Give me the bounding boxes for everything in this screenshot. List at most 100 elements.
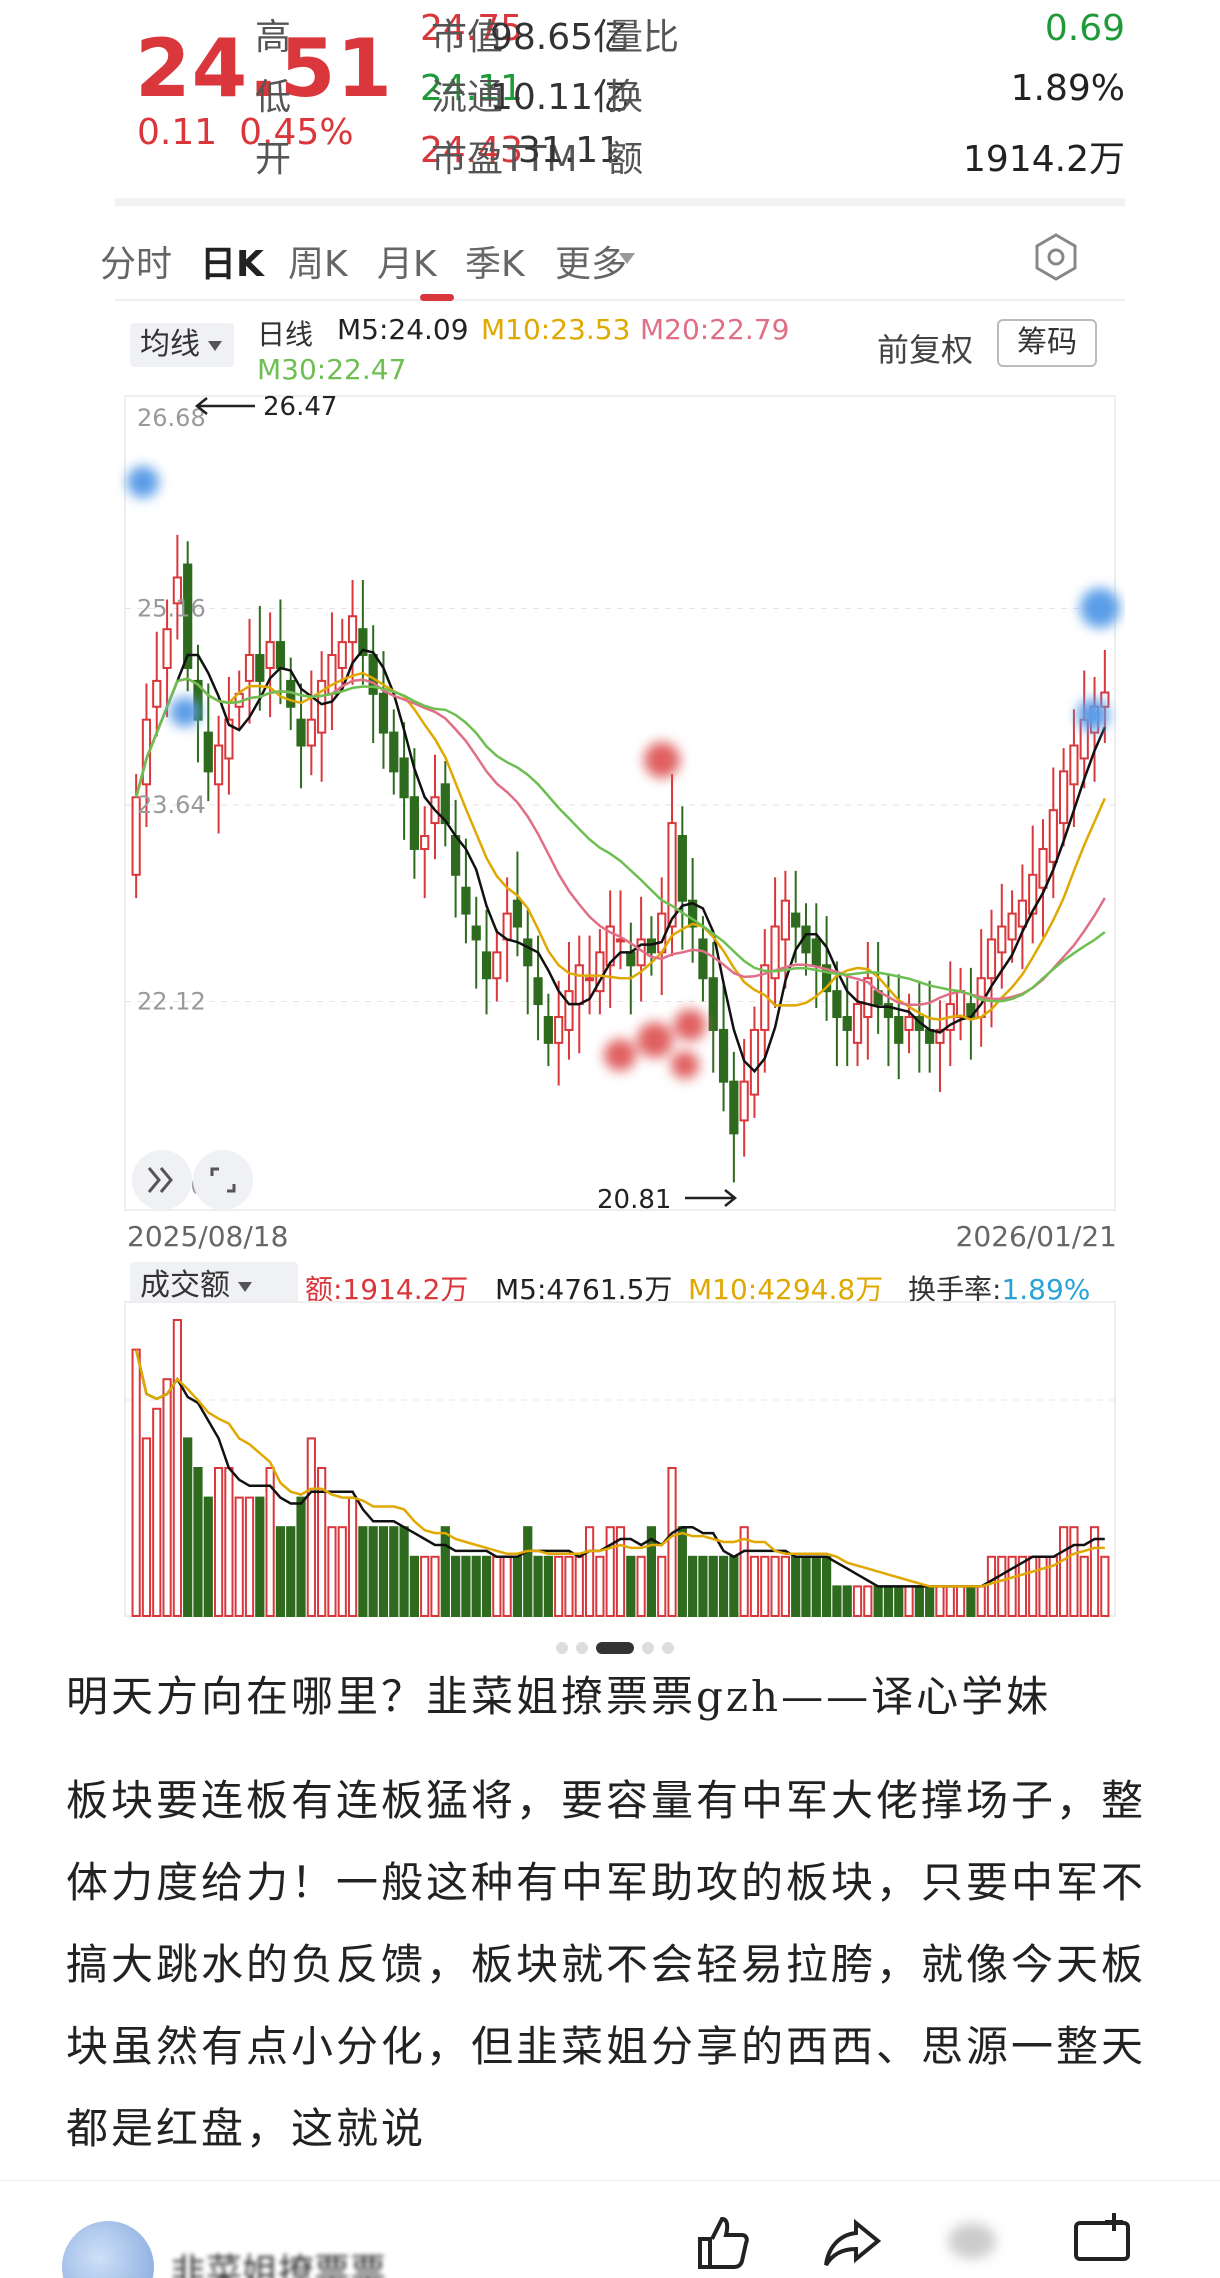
settings-icon[interactable]	[1028, 229, 1084, 285]
volume-button-label: 成交额	[140, 1268, 230, 1303]
share-icon[interactable]	[820, 2209, 884, 2269]
candle-body	[502, 912, 512, 941]
volume-bar	[914, 1585, 924, 1617]
volume-bar	[131, 1348, 141, 1617]
page-dot[interactable]	[576, 1642, 588, 1654]
candle-body	[925, 1028, 935, 1044]
tab-4[interactable]: 季K	[465, 235, 525, 287]
stat-value: 0.69	[1044, 8, 1125, 49]
candle-body	[523, 938, 533, 967]
tab-1[interactable]: 日K	[200, 235, 264, 287]
volume-bar	[1079, 1555, 1089, 1617]
volume-bar	[729, 1555, 739, 1617]
volume-bar	[347, 1496, 358, 1618]
page-dot-active[interactable]	[596, 1642, 634, 1654]
volume-bar	[141, 1437, 152, 1617]
volume-bar	[677, 1526, 687, 1617]
add-comment-icon[interactable]	[1070, 2209, 1134, 2269]
triangle-down-icon	[619, 253, 635, 264]
stat-value: 31.11	[518, 130, 622, 171]
candle-body	[626, 951, 636, 967]
volume-bar	[286, 1526, 296, 1617]
volume-bar	[481, 1555, 492, 1617]
volume-bar	[296, 1496, 306, 1618]
volume-bar	[430, 1555, 440, 1617]
author-name[interactable]: 韭菜姐撩票票	[170, 2243, 386, 2278]
high-price-label: 26.47	[263, 392, 337, 422]
low-price-label: 20.81	[597, 1185, 671, 1215]
ma-selector-button[interactable]: 均线	[130, 323, 234, 367]
stat-label: 低	[255, 77, 292, 118]
marker-blob	[644, 742, 680, 778]
candle-body	[852, 1003, 863, 1044]
candle-body	[739, 1080, 749, 1122]
tab-3[interactable]: 月K	[377, 235, 437, 287]
candle-body	[698, 938, 708, 980]
candle-body	[894, 1016, 904, 1044]
volume-bar	[193, 1467, 203, 1617]
candle-body	[244, 654, 255, 682]
tab-0[interactable]: 分时	[100, 235, 172, 287]
candlestick-chart[interactable]: 26.6825.1623.6422.1220.60 26.47 20.81	[115, 390, 1125, 1230]
candle-body	[399, 757, 409, 799]
candle-body	[554, 1016, 564, 1044]
candle-body	[543, 1016, 553, 1044]
candle-body	[389, 731, 399, 773]
page-dot[interactable]	[662, 1642, 674, 1654]
volume-bar	[543, 1555, 553, 1617]
candle-body	[564, 990, 574, 1031]
marker-blob	[604, 1039, 636, 1071]
chip-distribution-button[interactable]: 筹码	[997, 319, 1097, 367]
post-paragraph: 板块要连板有连板猛将，要容量有中军大佬撑场子，整体力度给力！一般这种有中军助攻的…	[66, 1776, 1147, 2153]
stat-value: 1.89%	[1010, 68, 1125, 109]
page-dot[interactable]	[642, 1642, 654, 1654]
ma-legend: 均线 日线 M5:24.09 M10:23.53 M20:22.79 M30:2…	[115, 305, 1125, 390]
candle-body	[306, 718, 316, 747]
volume-bar	[760, 1555, 770, 1617]
tab-2[interactable]: 周K	[288, 235, 348, 287]
stat-label: 开	[255, 139, 292, 180]
candle-body	[729, 1080, 739, 1135]
comment-icon[interactable]	[940, 2209, 1004, 2269]
candle-body	[667, 822, 677, 928]
volume-bar	[1069, 1526, 1079, 1617]
volume-bar	[1059, 1526, 1069, 1617]
tab-5[interactable]: 更多	[555, 235, 627, 287]
volume-bar	[636, 1555, 646, 1617]
volume-bar	[997, 1555, 1007, 1617]
candle-body	[1069, 744, 1079, 786]
candle-body	[481, 951, 492, 980]
candle-body	[646, 938, 657, 954]
expand-chevrons-button[interactable]	[132, 1150, 192, 1210]
ma5-value: M5:24.09	[337, 313, 469, 346]
volume-chart[interactable]	[115, 1300, 1125, 1620]
ma30-value: M30:22.47	[257, 353, 407, 386]
volume-bar	[1028, 1555, 1038, 1617]
volume-bar	[420, 1555, 430, 1617]
adjust-toggle[interactable]: 前复权	[877, 325, 973, 371]
volume-bar	[863, 1585, 873, 1617]
active-tab-indicator	[420, 294, 454, 301]
candle-body	[955, 990, 966, 1019]
candle-body	[832, 990, 842, 1019]
volume-bar	[894, 1585, 904, 1617]
y-tick-label: 22.12	[137, 988, 206, 1016]
candle-body	[512, 899, 523, 928]
fullscreen-button[interactable]	[193, 1150, 253, 1210]
volume-bar	[234, 1496, 244, 1618]
volume-bar	[801, 1555, 811, 1617]
volume-bar	[1100, 1555, 1110, 1617]
page-dot[interactable]	[556, 1642, 568, 1654]
marker-blob	[671, 1051, 699, 1079]
volume-bar	[811, 1555, 821, 1617]
volume-bar	[925, 1585, 935, 1617]
avatar[interactable]	[62, 2221, 154, 2278]
candle-body	[203, 731, 213, 773]
bottom-action-bar: 韭菜姐撩票票	[0, 2180, 1220, 2278]
thumbs-up-icon[interactable]	[690, 2209, 754, 2269]
volume-bar	[461, 1555, 471, 1617]
volume-bar	[852, 1585, 863, 1617]
candle-body	[1048, 809, 1058, 863]
volume-bar	[708, 1555, 718, 1617]
y-tick-label: 23.64	[137, 791, 206, 819]
